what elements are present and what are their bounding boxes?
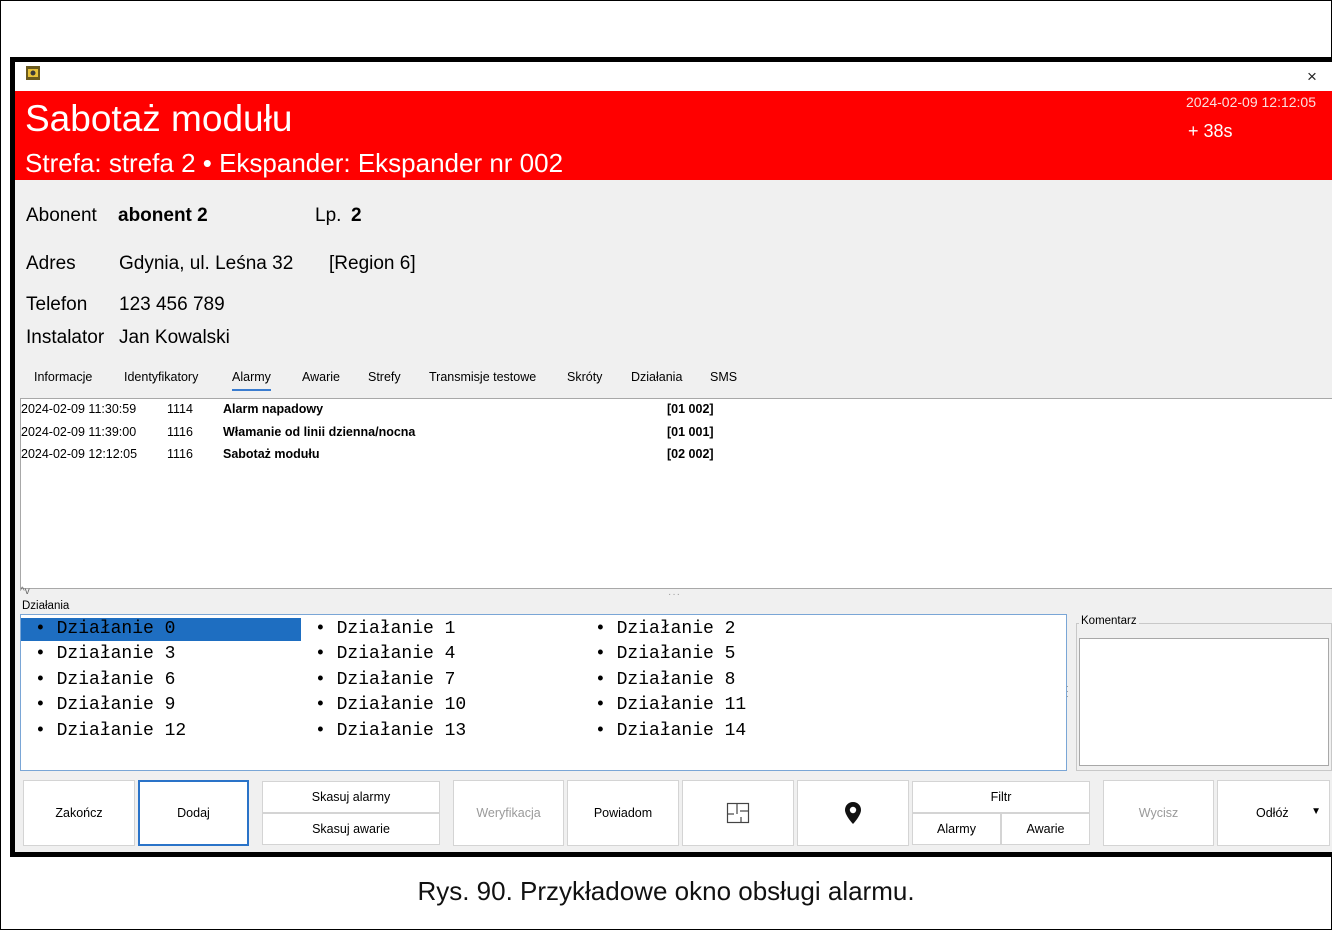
- tab-informacje[interactable]: Informacje: [34, 370, 92, 389]
- dodaj-button[interactable]: Dodaj: [138, 780, 249, 846]
- floorplan-button[interactable]: [682, 780, 794, 846]
- tab-identyfikatory[interactable]: Identyfikatory: [124, 370, 198, 389]
- alarm-zone: [02 002]: [667, 447, 714, 461]
- action-item[interactable]: • Działanie 10: [301, 694, 581, 717]
- action-item[interactable]: • Działanie 9: [21, 694, 301, 717]
- abonent-value: abonent 2: [118, 205, 208, 226]
- adres-value: Gdynia, ul. Leśna 32: [119, 253, 294, 274]
- region-value: [Region 6]: [329, 253, 416, 274]
- wycisz-button[interactable]: Wycisz: [1103, 780, 1214, 846]
- alarm-time: 2024-02-09 12:12:05: [1186, 94, 1316, 110]
- action-item[interactable]: • Działanie 2: [581, 618, 861, 641]
- alarm-list[interactable]: 2024-02-09 11:30:59 1114 Alarm napadowy …: [20, 398, 1332, 589]
- action-item[interactable]: • Działanie 8: [581, 669, 861, 692]
- comment-textarea[interactable]: [1079, 638, 1329, 766]
- alarm-date: 2024-02-09 11:39:00: [21, 425, 137, 439]
- filtr-alarmy-button[interactable]: Alarmy: [912, 813, 1001, 845]
- figure-caption: Rys. 90. Przykładowe okno obsługi alarmu…: [417, 876, 915, 906]
- lp-label: Lp.: [315, 205, 342, 226]
- lp-value: 2: [351, 205, 362, 226]
- floorplan-icon: [726, 802, 750, 824]
- tab-skroty[interactable]: Skróty: [567, 370, 602, 389]
- alarm-code: 1116: [167, 425, 193, 439]
- tab-transmisje-testowe[interactable]: Transmisje testowe: [429, 370, 536, 389]
- vertical-splitter-handle[interactable]: · · ·: [1066, 682, 1072, 701]
- location-button[interactable]: [797, 780, 909, 846]
- tab-sms[interactable]: SMS: [710, 370, 737, 389]
- alarm-elapsed: + 38s: [1188, 121, 1233, 141]
- alarm-zone: [01 001]: [667, 425, 714, 439]
- tab-dzialania[interactable]: Działania: [631, 370, 682, 389]
- skasuj-alarmy-button[interactable]: Skasuj alarmy: [262, 781, 440, 813]
- alarm-code: 1114: [167, 402, 193, 416]
- comment-label: Komentarz: [1079, 615, 1139, 627]
- action-item[interactable]: • Działanie 6: [21, 669, 301, 692]
- action-item[interactable]: • Działanie 3: [21, 643, 301, 666]
- instalator-value: Jan Kowalski: [119, 327, 230, 348]
- close-button[interactable]: ×: [1292, 62, 1332, 91]
- dropdown-arrow-icon[interactable]: ▼: [1311, 806, 1321, 817]
- instalator-label: Instalator: [26, 327, 105, 348]
- horizontal-splitter-handle[interactable]: ···: [668, 589, 681, 600]
- zakoncz-button[interactable]: Zakończ: [23, 780, 135, 846]
- map-pin-icon: [845, 802, 861, 824]
- alarm-header: Sabotaż modułu Strefa: strefa 2 • Ekspan…: [15, 91, 1332, 180]
- abonent-label: Abonent: [26, 205, 97, 226]
- alarm-description: Alarm napadowy: [223, 402, 324, 416]
- tab-strefy[interactable]: Strefy: [368, 370, 401, 389]
- powiadom-button[interactable]: Powiadom: [567, 780, 679, 846]
- alarm-zone: [01 002]: [667, 402, 714, 416]
- weryfikacja-button[interactable]: Weryfikacja: [453, 780, 564, 846]
- action-item[interactable]: • Działanie 4: [301, 643, 581, 666]
- action-item[interactable]: • Działanie 12: [21, 720, 301, 743]
- action-item[interactable]: • Działanie 13: [301, 720, 581, 743]
- actions-list[interactable]: • Działanie 0 • Działanie 1 • Działanie …: [20, 614, 1067, 771]
- alarm-description: Sabotaż modułu: [223, 447, 320, 461]
- odloz-label: Odłóż: [1256, 806, 1289, 820]
- action-item[interactable]: • Działanie 0: [21, 618, 301, 641]
- odloz-button[interactable]: Odłóż ▼: [1217, 780, 1330, 846]
- title-bar: ×: [15, 62, 1332, 91]
- filtr-button[interactable]: Filtr: [912, 781, 1090, 813]
- app-icon: [26, 66, 40, 80]
- action-item[interactable]: • Działanie 14: [581, 720, 861, 743]
- skasuj-awarie-button[interactable]: Skasuj awarie: [262, 813, 440, 845]
- alarm-window: × Sabotaż modułu Strefa: strefa 2 • Eksp…: [10, 57, 1332, 857]
- collapse-chevron-icon[interactable]: ^v: [20, 586, 30, 597]
- action-item[interactable]: • Działanie 7: [301, 669, 581, 692]
- alarm-description: Włamanie od linii dzienna/nocna: [223, 425, 416, 439]
- tab-alarmy[interactable]: Alarmy: [232, 370, 271, 391]
- actions-label: Działania: [22, 600, 70, 612]
- alarm-code: 1116: [167, 447, 193, 461]
- adres-label: Adres: [26, 253, 76, 274]
- tab-bar: Informacje Identyfikatory Alarmy Awarie …: [15, 362, 1332, 396]
- telefon-value: 123 456 789: [119, 294, 225, 315]
- action-item[interactable]: • Działanie 5: [581, 643, 861, 666]
- alarm-subtitle: Strefa: strefa 2 • Ekspander: Ekspander …: [25, 148, 564, 178]
- action-item[interactable]: • Działanie 1: [301, 618, 581, 641]
- alarm-date: 2024-02-09 12:12:05: [21, 447, 138, 461]
- alarm-date: 2024-02-09 11:30:59: [21, 402, 137, 416]
- filtr-awarie-button[interactable]: Awarie: [1001, 813, 1090, 845]
- action-item[interactable]: • Działanie 11: [581, 694, 861, 717]
- alarm-title: Sabotaż modułu: [25, 98, 293, 139]
- telefon-label: Telefon: [26, 294, 88, 315]
- tab-awarie[interactable]: Awarie: [302, 370, 340, 389]
